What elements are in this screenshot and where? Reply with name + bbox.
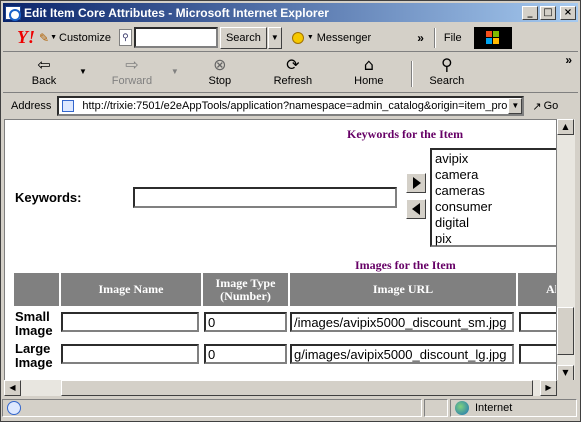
images-heading: Images for the Item	[355, 258, 456, 272]
customize-dropdown-icon[interactable]: ▼	[50, 34, 57, 41]
add-keyword-button[interactable]	[406, 173, 426, 193]
back-label: Back	[31, 75, 57, 87]
close-button[interactable]: ×	[560, 5, 576, 20]
vertical-scrollbar[interactable]: ▲ ▼	[557, 119, 575, 381]
messenger-dropdown-icon: ▼	[306, 34, 314, 41]
home-icon: ⌂	[363, 55, 374, 74]
refresh-label: Refresh	[273, 75, 313, 87]
scroll-up-button[interactable]: ▲	[557, 119, 574, 135]
go-button[interactable]: ↗ Go	[532, 100, 558, 113]
keyword-option[interactable]: camera	[435, 167, 555, 183]
yahoo-search-dropdown[interactable]: ▼	[267, 26, 282, 49]
home-label: Home	[354, 75, 384, 87]
customize-button[interactable]: Customize	[59, 32, 111, 44]
nav-more-chevron[interactable]: »	[565, 53, 572, 67]
keyword-option[interactable]: cameras	[435, 183, 555, 199]
page-content: Keywords for the Item Keywords: avipix c…	[4, 119, 557, 381]
address-dropdown[interactable]: ▼	[508, 98, 523, 114]
forward-label: Forward	[111, 75, 153, 87]
remove-keyword-button[interactable]	[406, 199, 426, 219]
keyword-option[interactable]: avipix	[435, 151, 555, 167]
back-dropdown[interactable]: ▼	[79, 67, 87, 76]
status-bar: Internet	[2, 398, 577, 418]
large-image-alt-input[interactable]	[519, 344, 556, 364]
column-header-alt: Al	[517, 272, 556, 307]
zone-panel: Internet	[450, 399, 577, 417]
column-header-image-type: Image Type (Number)	[202, 272, 289, 307]
scroll-left-button[interactable]: ◀	[4, 380, 21, 396]
stop-icon: ⊗	[213, 55, 227, 74]
menu-file[interactable]: File	[444, 32, 462, 44]
row-label-small-image: Small Image	[15, 309, 53, 338]
back-button[interactable]: ⇦ Back	[3, 53, 85, 93]
status-panel	[2, 399, 422, 417]
table-header-corner	[13, 272, 60, 307]
small-image-alt-input[interactable]	[519, 312, 556, 332]
forward-arrow-icon: ⇨	[125, 55, 139, 74]
maximize-button[interactable]: □	[540, 5, 556, 20]
forward-dropdown[interactable]: ▼	[171, 67, 179, 76]
keyword-option[interactable]: pix	[435, 231, 555, 247]
yahoo-search-input[interactable]	[133, 27, 218, 48]
scroll-down-button[interactable]: ▼	[557, 365, 574, 381]
address-url[interactable]: http://trixie:7501/e2eAppTools/applicati…	[82, 100, 508, 112]
search-web-icon[interactable]: ⚲	[118, 29, 132, 46]
yahoo-search-button[interactable]: Search	[219, 26, 267, 49]
navigation-toolbar: ⇦ Back ▼ ⇨ Forward ▼ ⊗ Stop ⟳ Refresh ⌂ …	[3, 53, 578, 93]
column-header-image-url: Image URL	[289, 272, 517, 307]
smiley-icon	[291, 31, 304, 44]
back-arrow-icon: ⇦	[37, 55, 51, 74]
stop-button[interactable]: ⊗ Stop	[185, 53, 255, 93]
keyword-option[interactable]: consumer	[435, 199, 555, 215]
yahoo-logo-button[interactable]: Y!	[17, 27, 35, 48]
messenger-label: Messenger	[316, 31, 372, 44]
toolbar-separator	[433, 27, 436, 48]
column-header-image-name: Image Name	[60, 272, 202, 307]
home-button[interactable]: ⌂ Home	[331, 53, 407, 93]
title-bar: Edit Item Core Attributes - Microsoft In…	[3, 3, 578, 22]
small-image-type-input[interactable]	[204, 312, 287, 332]
keyword-option[interactable]: digital	[435, 215, 555, 231]
messenger-button[interactable]: ▼ Messenger	[291, 31, 372, 44]
internet-globe-icon	[455, 401, 469, 415]
address-label: Address	[11, 100, 52, 112]
keywords-heading: Keywords for the Item	[347, 127, 464, 141]
pencil-icon[interactable]: ✎	[39, 31, 49, 45]
address-bar: Address http://trixie:7501/e2eAppTools/a…	[3, 94, 578, 118]
keywords-listbox[interactable]: avipix camera cameras consumer digital p…	[430, 148, 556, 247]
ie-app-icon[interactable]	[5, 5, 21, 21]
go-label: Go	[543, 100, 559, 112]
page-icon	[62, 100, 75, 112]
horizontal-scrollbar[interactable]: ◀ ▶	[4, 380, 557, 396]
status-empty-panel	[424, 399, 448, 417]
forward-button[interactable]: ⇨ Forward	[93, 53, 171, 93]
zone-label: Internet	[475, 402, 513, 414]
search-button[interactable]: ⚲ Search	[413, 53, 481, 93]
keyword-input[interactable]	[133, 187, 397, 208]
yahoo-toolbar: Y! ✎ ▼ Customize ⚲ Search ▼ ▼ Messenger …	[3, 24, 578, 52]
address-input[interactable]: http://trixie:7501/e2eAppTools/applicati…	[57, 96, 525, 116]
minimize-button[interactable]: _	[522, 5, 538, 20]
yahoo-more-chevron[interactable]: »	[417, 31, 424, 45]
vertical-scroll-thumb[interactable]	[557, 307, 574, 355]
go-arrow-icon: ↗	[532, 100, 542, 113]
scroll-right-button[interactable]: ▶	[540, 380, 557, 396]
keywords-label: Keywords:	[15, 190, 82, 205]
window-title: Edit Item Core Attributes - Microsoft In…	[24, 5, 329, 20]
large-image-type-input[interactable]	[204, 344, 287, 364]
large-image-url-input[interactable]	[290, 344, 514, 364]
refresh-button[interactable]: ⟳ Refresh	[255, 53, 331, 93]
search-label: Search	[429, 75, 465, 87]
windows-logo-icon	[473, 26, 512, 49]
search-icon: ⚲	[440, 55, 453, 74]
small-image-url-input[interactable]	[290, 312, 514, 332]
horizontal-scroll-thumb[interactable]	[61, 380, 533, 396]
large-image-name-input[interactable]	[61, 344, 199, 364]
small-image-name-input[interactable]	[61, 312, 199, 332]
scrollbar-corner	[557, 380, 575, 396]
row-label-large-image: Large Image	[15, 341, 53, 370]
refresh-icon: ⟳	[286, 55, 300, 74]
ie-page-icon	[7, 401, 21, 415]
stop-label: Stop	[208, 75, 232, 87]
